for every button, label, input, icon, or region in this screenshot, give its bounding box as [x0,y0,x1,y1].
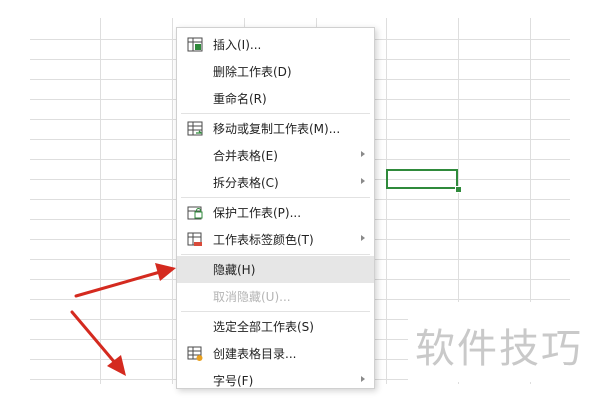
insert-sheet-icon [187,37,203,52]
move-copy-sheet-icon [187,121,203,136]
menu-item-label: 插入(I)... [213,38,262,52]
grid-column-line [100,18,101,384]
menu-item-delete-sheet[interactable]: 删除工作表(D) [177,58,374,85]
menu-item-tab-color[interactable]: 工作表标签颜色(T) [177,226,374,253]
menu-item-split[interactable]: 拆分表格(C) [177,169,374,196]
watermark-text: 软件技巧 [415,326,583,372]
menu-separator [181,197,370,198]
menu-item-merge[interactable]: 合并表格(E) [177,142,374,169]
submenu-arrow-icon [361,235,365,241]
menu-item-insert[interactable]: 插入(I)... [177,31,374,58]
menu-separator [181,311,370,312]
menu-item-label: 隐藏(H) [213,263,256,277]
sheet-tab-context-menu: 插入(I)... 删除工作表(D) 重命名(R) 移动或复制工作表(M)... … [176,27,375,389]
grid-column-line [172,18,173,384]
menu-item-label: 取消隐藏(U)... [213,290,291,304]
menu-item-hide[interactable]: 隐藏(H) [177,256,374,283]
grid-column-line [386,18,387,384]
menu-item-font-size[interactable]: 字号(F) [177,367,374,388]
selected-cell[interactable] [386,169,458,189]
menu-item-label: 合并表格(E) [213,149,278,163]
submenu-arrow-icon [361,151,365,157]
menu-item-create-toc[interactable]: 创建表格目录... [177,340,374,367]
table-catalog-icon [187,346,203,361]
menu-item-label: 拆分表格(C) [213,176,279,190]
menu-item-label: 选定全部工作表(S) [213,320,314,334]
menu-item-label: 移动或复制工作表(M)... [213,122,341,136]
menu-item-label: 创建表格目录... [213,347,297,361]
submenu-arrow-icon [361,376,365,382]
menu-item-label: 重命名(R) [213,92,267,106]
menu-item-label: 删除工作表(D) [213,65,292,79]
menu-item-label: 工作表标签颜色(T) [213,233,314,247]
menu-item-label: 保护工作表(P)... [213,206,302,220]
protect-sheet-icon [187,206,203,220]
menu-item-select-all[interactable]: 选定全部工作表(S) [177,313,374,340]
tab-color-icon [187,232,202,246]
submenu-arrow-icon [361,178,365,184]
menu-item-unhide: 取消隐藏(U)... [177,283,374,310]
menu-item-rename[interactable]: 重命名(R) [177,85,374,112]
menu-item-label: 字号(F) [213,374,254,388]
fill-handle[interactable] [455,186,462,193]
menu-separator [181,113,370,114]
menu-item-move-copy[interactable]: 移动或复制工作表(M)... [177,115,374,142]
menu-separator [181,254,370,255]
menu-item-protect[interactable]: 保护工作表(P)... [177,199,374,226]
